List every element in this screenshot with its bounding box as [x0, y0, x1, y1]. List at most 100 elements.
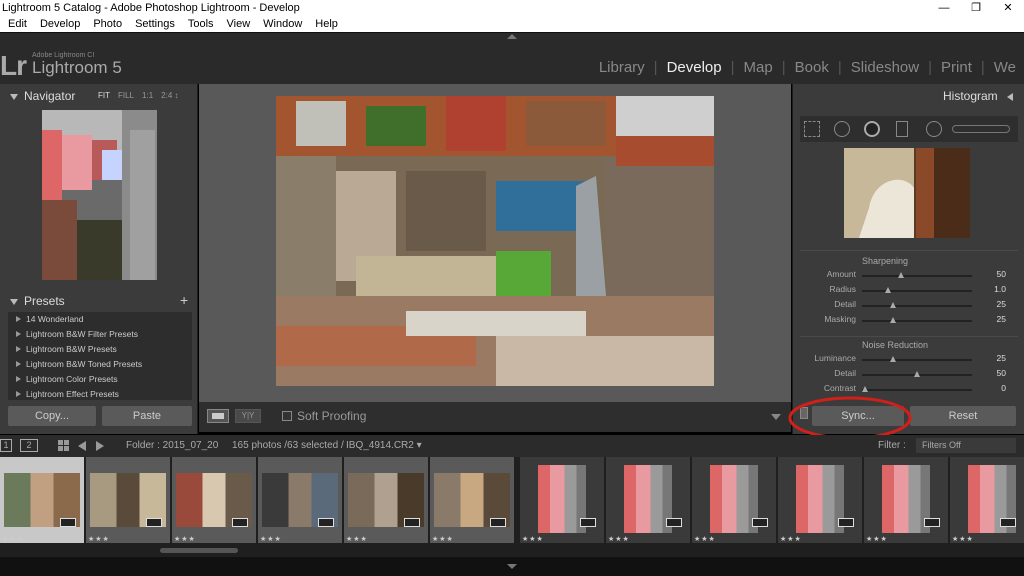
- zoom-fit[interactable]: FIT: [98, 91, 110, 100]
- star-rating[interactable]: ★★★: [260, 535, 282, 543]
- star-rating[interactable]: ★★★: [88, 535, 110, 543]
- current-file-dropdown[interactable]: IBQ_4914.CR2 ▾: [346, 440, 422, 451]
- back-arrow-icon[interactable]: [78, 441, 86, 451]
- filmstrip-thumbnail[interactable]: ★★★: [606, 457, 690, 543]
- filmstrip-thumbnail[interactable]: ★★★: [692, 457, 776, 543]
- sharpening-slider-thumb[interactable]: [884, 287, 891, 293]
- module-web[interactable]: We: [986, 59, 1024, 76]
- preset-folder[interactable]: Lightroom Effect Presets: [8, 387, 192, 400]
- filmstrip-thumbnail[interactable]: ★★★: [430, 457, 514, 543]
- add-preset-icon[interactable]: +: [180, 292, 188, 308]
- grid-view-icon[interactable]: [58, 440, 69, 451]
- preset-folder[interactable]: Lightroom B&W Presets: [8, 342, 192, 357]
- radial-filter-icon[interactable]: [926, 121, 942, 137]
- filmstrip-thumbnail[interactable]: ★★★: [344, 457, 428, 543]
- sharpening-slider-track[interactable]: [862, 272, 972, 278]
- reset-button[interactable]: Reset: [910, 406, 1016, 426]
- detail-preview[interactable]: [844, 148, 970, 238]
- bottom-panel-toggle-icon[interactable]: [507, 564, 517, 569]
- menu-tools[interactable]: Tools: [188, 16, 214, 32]
- star-rating[interactable]: ★★★: [522, 535, 544, 543]
- top-panel-toggle-icon[interactable]: [507, 34, 517, 39]
- star-rating[interactable]: ★★★: [694, 535, 716, 543]
- filmstrip-thumbnail[interactable]: ★★★: [864, 457, 948, 543]
- menu-settings[interactable]: Settings: [135, 16, 175, 32]
- zoom-custom[interactable]: 2:4 ↕: [161, 91, 178, 100]
- preset-folder[interactable]: Lightroom B&W Filter Presets: [8, 327, 192, 342]
- sharpening-slider-track[interactable]: [862, 287, 972, 293]
- page-1-button[interactable]: 1: [0, 439, 12, 452]
- noise-slider-track[interactable]: [862, 386, 972, 392]
- menu-photo[interactable]: Photo: [93, 16, 122, 32]
- filmstrip-thumbnail[interactable]: ★★★: [778, 457, 862, 543]
- spot-removal-icon[interactable]: [834, 121, 850, 137]
- paste-button[interactable]: Paste: [102, 406, 192, 426]
- copy-button[interactable]: Copy...: [8, 406, 96, 426]
- star-rating[interactable]: ★★★: [346, 535, 368, 543]
- before-after-icon[interactable]: Y|Y: [235, 409, 261, 423]
- sharpening-slider-track[interactable]: [862, 317, 972, 323]
- noise-slider-track[interactable]: [862, 356, 972, 362]
- module-develop[interactable]: Develop: [659, 59, 730, 76]
- noise-slider-thumb[interactable]: [890, 356, 897, 362]
- module-slideshow[interactable]: Slideshow: [843, 59, 927, 76]
- sharpening-slider-track[interactable]: [862, 302, 972, 308]
- noise-slider-value[interactable]: 0: [1001, 383, 1006, 393]
- star-rating[interactable]: ★★★: [780, 535, 802, 543]
- module-map[interactable]: Map: [736, 59, 781, 76]
- module-book[interactable]: Book: [787, 59, 837, 76]
- noise-slider-value[interactable]: 25: [997, 353, 1006, 363]
- menu-edit[interactable]: Edit: [8, 16, 27, 32]
- sharpening-slider-thumb[interactable]: [890, 317, 897, 323]
- star-rating[interactable]: ★★★: [174, 535, 196, 543]
- minimize-button[interactable]: —: [928, 0, 960, 16]
- sharpening-slider-value[interactable]: 25: [997, 299, 1006, 309]
- loupe-view-icon[interactable]: [207, 409, 229, 423]
- star-rating[interactable]: ★★★: [2, 535, 24, 543]
- sharpening-slider-value[interactable]: 25: [997, 314, 1006, 324]
- star-rating[interactable]: ★★★: [608, 535, 630, 543]
- module-library[interactable]: Library: [591, 59, 653, 76]
- menu-develop[interactable]: Develop: [40, 16, 80, 32]
- filmstrip-thumbnail[interactable]: ★★★: [172, 457, 256, 543]
- presets-header[interactable]: Presets: [10, 294, 65, 308]
- sharpening-slider-value[interactable]: 1.0: [994, 284, 1006, 294]
- zoom-fill[interactable]: FILL: [118, 91, 134, 100]
- navigator-header[interactable]: Navigator: [10, 89, 75, 103]
- sharpening-slider-value[interactable]: 50: [997, 269, 1006, 279]
- filmstrip-thumbnail[interactable]: ★★★: [520, 457, 604, 543]
- histogram-header[interactable]: Histogram: [943, 89, 1019, 103]
- filmstrip-thumbnail[interactable]: ★★★: [950, 457, 1024, 543]
- menu-view[interactable]: View: [227, 16, 251, 32]
- filmstrip-thumbnail[interactable]: ★★★: [258, 457, 342, 543]
- red-eye-icon[interactable]: [864, 121, 880, 137]
- menu-window[interactable]: Window: [263, 16, 302, 32]
- preset-folder[interactable]: Lightroom B&W Toned Presets: [8, 357, 192, 372]
- page-2-button[interactable]: 2: [20, 439, 38, 452]
- navigator-preview[interactable]: [42, 110, 157, 280]
- filmstrip-thumbnail[interactable]: ★★★: [0, 457, 84, 543]
- zoom-1-1[interactable]: 1:1: [142, 91, 153, 100]
- maximize-button[interactable]: ❐: [960, 0, 992, 16]
- sharpening-slider-thumb[interactable]: [890, 302, 897, 308]
- star-rating[interactable]: ★★★: [866, 535, 888, 543]
- star-rating[interactable]: ★★★: [952, 535, 974, 543]
- soft-proofing-checkbox[interactable]: [282, 411, 292, 421]
- crop-icon[interactable]: [804, 121, 820, 137]
- close-button[interactable]: ✕: [992, 0, 1024, 16]
- filmstrip-thumbnail[interactable]: ★★★: [86, 457, 170, 543]
- menu-help[interactable]: Help: [315, 16, 338, 32]
- adjustment-brush-icon[interactable]: [952, 125, 1010, 133]
- noise-slider-value[interactable]: 50: [997, 368, 1006, 378]
- forward-arrow-icon[interactable]: [96, 441, 104, 451]
- noise-slider-thumb[interactable]: [914, 371, 920, 377]
- sharpening-slider-thumb[interactable]: [898, 272, 905, 278]
- module-print[interactable]: Print: [933, 59, 980, 76]
- noise-slider-track[interactable]: [862, 371, 972, 377]
- preset-folder[interactable]: 14 Wonderland: [8, 312, 192, 327]
- toolbar-menu-icon[interactable]: [771, 414, 781, 420]
- star-rating[interactable]: ★★★: [432, 535, 454, 543]
- noise-slider-thumb[interactable]: [862, 386, 868, 392]
- main-photo[interactable]: [276, 96, 714, 386]
- preset-folder[interactable]: Lightroom Color Presets: [8, 372, 192, 387]
